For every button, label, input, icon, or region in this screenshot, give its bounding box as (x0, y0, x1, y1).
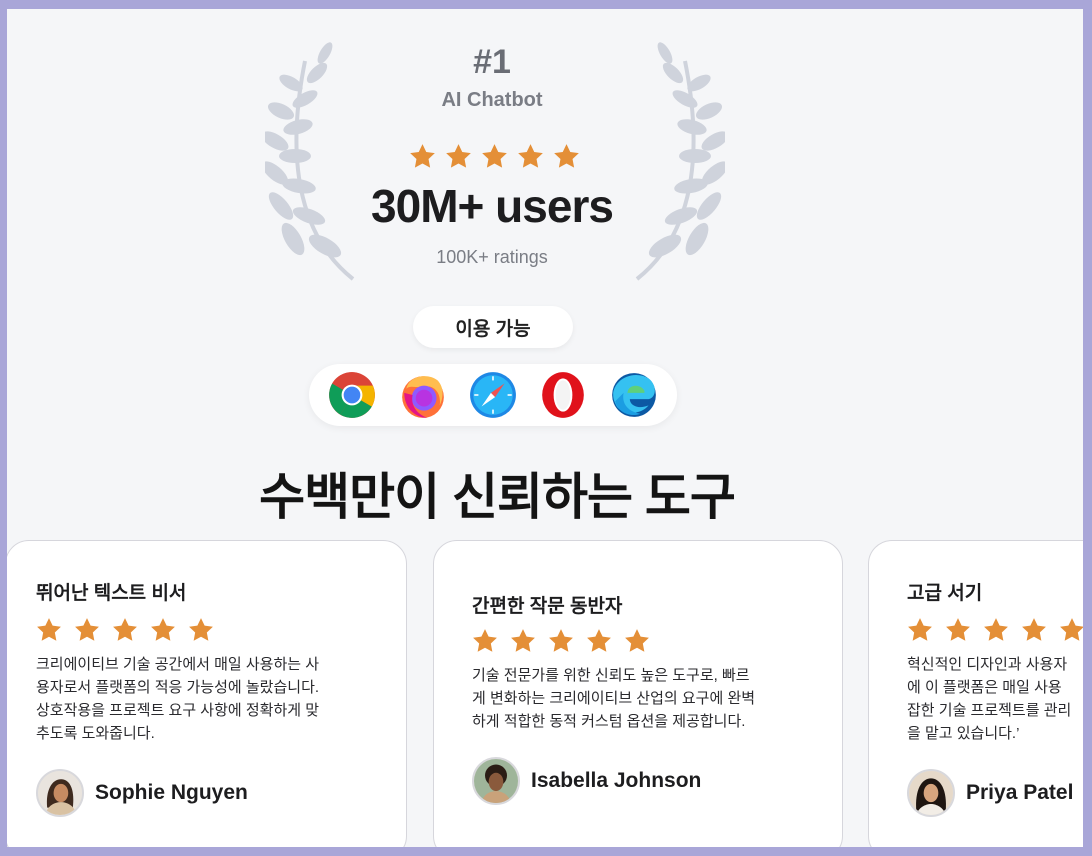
star-icon (946, 618, 970, 641)
review-text: 크리에이티브 기술 공간에서 매일 사용하는 사 용자로서 플랫폼의 적응 가능… (36, 656, 320, 742)
availability-label: 이용 가능 (413, 306, 573, 348)
safari-icon[interactable] (468, 370, 518, 420)
review-card: 고급 서기 혁신적인 디자인과 사용자 에 이 플랫폼은 매일 사용 잡한 기술… (868, 540, 1083, 847)
badge-users-count: 30M+ users (371, 180, 614, 232)
review-title: 뛰어난 텍스트 비서 (36, 583, 187, 604)
review-author-name: Isabella Johnson (531, 769, 702, 792)
browser-list (309, 364, 677, 426)
edge-icon[interactable] (609, 370, 659, 420)
star-icon (37, 618, 61, 641)
review-stars (34, 616, 216, 644)
star-icon (482, 144, 507, 168)
star-icon (549, 629, 573, 652)
star-icon (1022, 618, 1046, 641)
avatar (472, 757, 520, 805)
section-headline: 수백만이 신뢰하는 도구 (259, 469, 736, 525)
star-icon (1060, 618, 1083, 641)
review-author-name: Sophie Nguyen (95, 781, 248, 804)
star-icon (587, 629, 611, 652)
review-stars (470, 627, 652, 655)
review-title: 간편한 작문 동반자 (472, 596, 623, 617)
star-icon (446, 144, 471, 168)
star-icon (625, 629, 649, 652)
review-author: Isabella Johnson (472, 757, 701, 805)
star-icon (151, 618, 175, 641)
star-icon (908, 618, 932, 641)
review-card: 뛰어난 텍스트 비서 크리에이티브 기술 공간에서 매일 사용하는 사 용자로서… (7, 540, 407, 847)
laurel-right-icon (635, 42, 725, 281)
badge-stars (407, 142, 582, 171)
page: #1 AI Chatbot 30M+ users 100K+ ratings 이… (7, 9, 1083, 847)
star-icon (189, 618, 213, 641)
star-icon (75, 618, 99, 641)
review-card: 간편한 작문 동반자 기술 전문가를 위한 신뢰도 높은 도구로, 빠르 게 변… (433, 540, 843, 847)
review-stars (905, 616, 1083, 644)
star-icon (518, 144, 543, 168)
badge-rank: #1 (473, 43, 511, 81)
laurel-left-icon (265, 42, 355, 281)
review-author-name: Priya Patel (966, 781, 1074, 804)
star-icon (473, 629, 497, 652)
star-icon (410, 144, 435, 168)
star-icon (511, 629, 535, 652)
review-text: 혁신적인 디자인과 사용자 에 이 플랫폼은 매일 사용 잡한 기술 프로젝트를… (907, 656, 1072, 742)
star-icon (984, 618, 1008, 641)
badge-category: AI Chatbot (441, 89, 543, 111)
chrome-icon[interactable] (327, 370, 377, 420)
review-author: Sophie Nguyen (36, 769, 248, 817)
review-author: Priya Patel (907, 769, 1073, 817)
firefox-icon[interactable] (398, 370, 448, 420)
star-icon (554, 144, 579, 168)
star-icon (113, 618, 137, 641)
award-badge: #1 AI Chatbot 30M+ users 100K+ ratings (7, 9, 1083, 299)
opera-icon[interactable] (538, 370, 588, 420)
avatar (907, 769, 955, 817)
review-title: 고급 서기 (907, 583, 983, 604)
avatar (36, 769, 84, 817)
review-text: 기술 전문가를 위한 신뢰도 높은 도구로, 빠르 게 변화하는 크리에이티브 … (472, 667, 756, 730)
badge-ratings-count: 100K+ ratings (436, 247, 548, 267)
